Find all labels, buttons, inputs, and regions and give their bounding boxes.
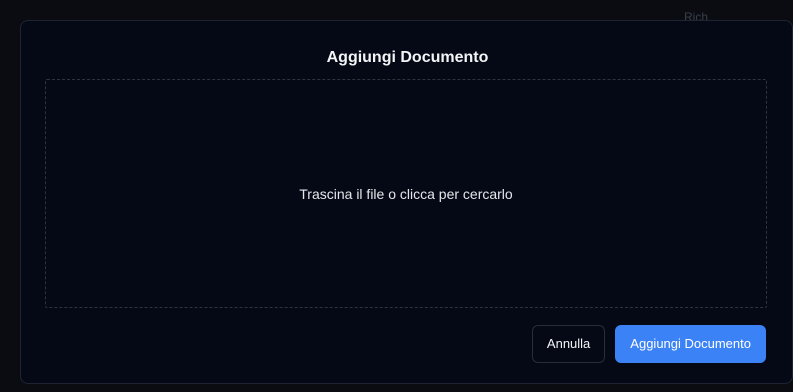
add-document-button[interactable]: Aggiungi Documento [615,325,766,363]
dropzone-instruction: Trascina il file o clicca per cercarlo [299,186,513,202]
dialog-title: Aggiungi Documento [326,49,489,66]
cancel-button[interactable]: Annulla [531,325,606,363]
dialog-footer: Annulla Aggiungi Documento [531,325,766,363]
add-document-dialog: Aggiungi Documento Trascina il file o cl… [20,20,793,384]
file-dropzone[interactable]: Trascina il file o clicca per cercarlo [45,79,767,308]
